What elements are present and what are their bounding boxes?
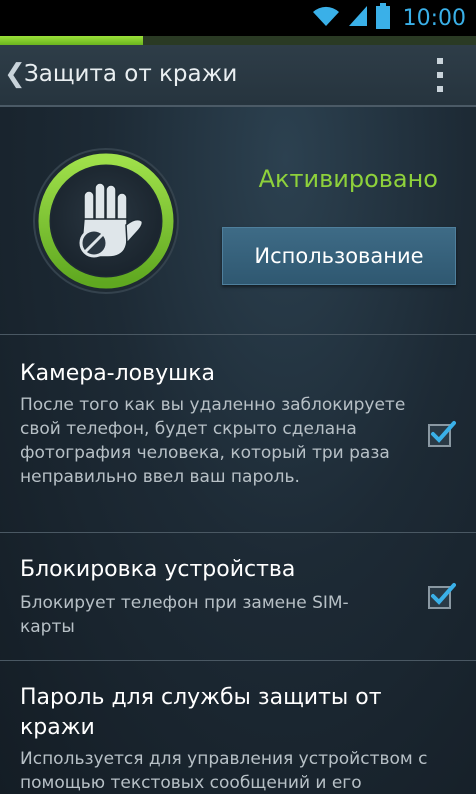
setting-description: После того как вы удаленно заблокируете … <box>20 395 406 487</box>
camera-trap-checkbox[interactable] <box>428 419 456 447</box>
setting-title: Пароль для службы защиты от кражи <box>20 685 382 740</box>
page-title[interactable]: Защита от кражи <box>24 59 237 89</box>
anti-theft-hand-icon <box>32 147 180 295</box>
setting-camera-trap[interactable]: Камера-ловушка После того как вы удаленн… <box>0 335 476 531</box>
back-chevron-icon[interactable]: ❮ <box>4 59 26 89</box>
setting-antitheft-password[interactable]: Пароль для службы защиты от кражи Исполь… <box>0 661 476 794</box>
wifi-icon <box>311 4 341 32</box>
protection-status-panel: Активировано Использование <box>0 107 476 333</box>
status-bar: 10:00 <box>0 0 476 36</box>
setting-title: Блокировка устройства <box>20 557 296 582</box>
progress-strip-fill <box>0 36 143 45</box>
setting-description: Блокирует телефон при замене SIM-карты <box>20 593 349 637</box>
setting-device-lock[interactable]: Блокировка устройства Блокирует телефон … <box>0 533 476 659</box>
progress-strip <box>0 36 476 45</box>
action-bar: ❮ Защита от кражи <box>0 45 476 107</box>
status-icons: 10:00 <box>311 0 466 36</box>
activation-status: Активировано <box>258 165 438 193</box>
setting-title: Камера-ловушка <box>20 361 216 386</box>
status-time: 10:00 <box>402 5 466 31</box>
device-lock-checkbox[interactable] <box>428 581 456 609</box>
battery-icon <box>375 3 391 33</box>
setting-description: Используется для управления устройством … <box>20 749 428 793</box>
signal-icon <box>347 4 369 32</box>
usage-button[interactable]: Использование <box>222 227 456 285</box>
overflow-menu-icon[interactable] <box>434 58 446 92</box>
